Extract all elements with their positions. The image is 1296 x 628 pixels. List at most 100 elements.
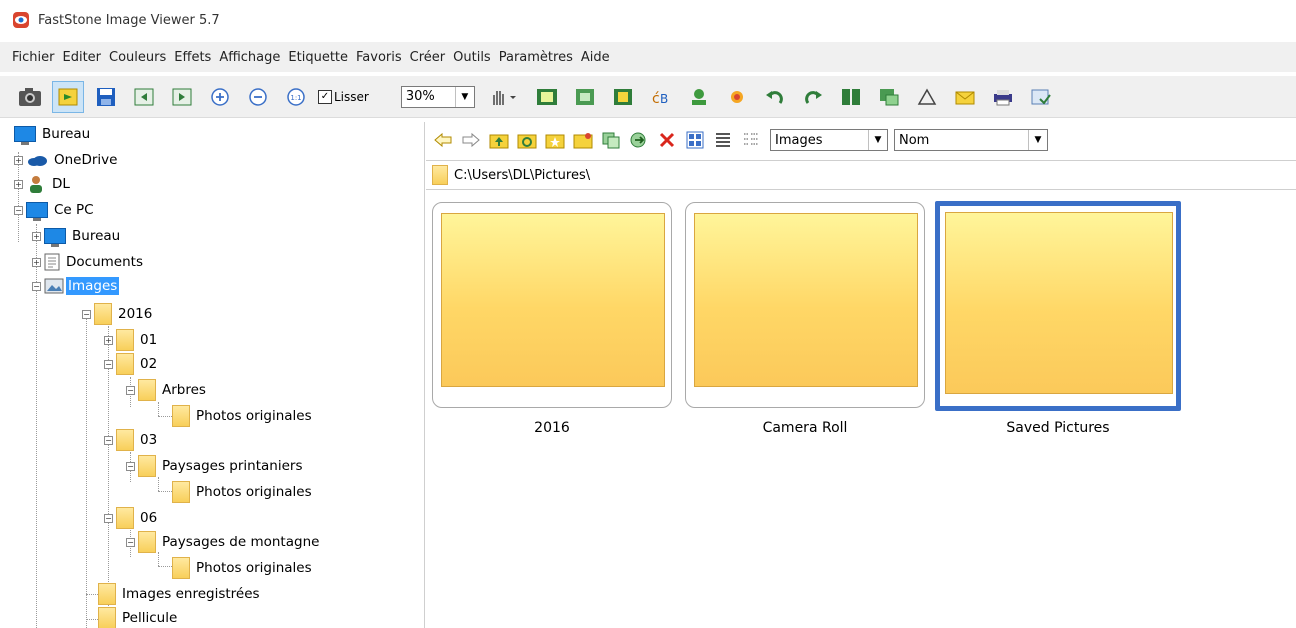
- tree-item-paysages-de-montagne[interactable]: − Paysages de montagne: [126, 530, 319, 554]
- menu-affichage[interactable]: Affichage: [215, 50, 284, 65]
- folder-icon: [441, 213, 665, 387]
- sort-value: Nom: [899, 132, 930, 148]
- email-icon[interactable]: [949, 81, 981, 113]
- menu-editer[interactable]: Editer: [59, 50, 106, 65]
- tree-item-ce-pc[interactable]: − Ce PC: [14, 198, 94, 222]
- tree-item-photos-originales[interactable]: Photos originales: [172, 480, 312, 504]
- color-balance-icon[interactable]: ćB: [645, 81, 677, 113]
- compare-icon[interactable]: [569, 81, 601, 113]
- thumbnail-folder-saved-pictures[interactable]: [935, 201, 1181, 411]
- tree-item-images-enregistrees[interactable]: Images enregistrées: [98, 582, 260, 606]
- move-to-icon[interactable]: [628, 129, 650, 151]
- collapse-minus-icon[interactable]: −: [82, 309, 91, 319]
- expand-plus-icon[interactable]: +: [32, 231, 41, 241]
- expand-plus-icon[interactable]: +: [32, 257, 41, 267]
- expand-plus-icon[interactable]: +: [104, 335, 113, 345]
- tree-item-label: Bureau: [42, 126, 91, 142]
- tree-item-arbres[interactable]: − Arbres: [126, 378, 206, 402]
- path-bar[interactable]: C:\Users\DL\Pictures\: [426, 160, 1296, 190]
- tree-item-paysages-printaniers[interactable]: − Paysages printaniers: [126, 454, 303, 478]
- collapse-minus-icon[interactable]: −: [104, 435, 113, 445]
- print-icon[interactable]: [987, 81, 1019, 113]
- refresh-folder-icon[interactable]: [516, 129, 538, 151]
- menu-aide[interactable]: Aide: [577, 50, 614, 65]
- browse-folder-icon[interactable]: [52, 80, 84, 113]
- save-icon[interactable]: [90, 81, 122, 113]
- tree-item-images[interactable]: − Images: [32, 274, 120, 298]
- tree-item-documents[interactable]: + Documents: [32, 250, 143, 274]
- tree-item-photos-originales[interactable]: Photos originales: [172, 556, 312, 580]
- camera-icon[interactable]: [14, 81, 46, 113]
- filter-select[interactable]: Images ▼: [770, 129, 888, 151]
- tree-item-label: 02: [140, 356, 158, 372]
- zoom-out-icon[interactable]: [242, 81, 274, 113]
- tree-item-photos-originales[interactable]: Photos originales: [172, 404, 312, 428]
- expand-plus-icon[interactable]: +: [14, 155, 23, 165]
- next-image-icon[interactable]: [166, 81, 198, 113]
- view-thumbnails-icon[interactable]: [684, 129, 706, 151]
- collapse-minus-icon[interactable]: −: [32, 281, 41, 291]
- collapse-minus-icon[interactable]: −: [104, 513, 113, 523]
- menu-effets[interactable]: Effets: [170, 50, 215, 65]
- checkbox-tick-icon[interactable]: ✓: [318, 89, 332, 104]
- tree-item-label: 03: [140, 432, 158, 448]
- draw-icon[interactable]: [911, 81, 943, 113]
- expand-plus-icon[interactable]: +: [14, 179, 23, 189]
- view-list-icon[interactable]: [712, 129, 734, 151]
- view-details-icon[interactable]: [740, 129, 762, 151]
- collapse-minus-icon[interactable]: −: [126, 461, 135, 471]
- previous-image-icon[interactable]: [128, 81, 160, 113]
- tree-item-onedrive[interactable]: + OneDrive: [14, 148, 117, 172]
- crop-icon[interactable]: [607, 81, 639, 113]
- collapse-minus-icon[interactable]: −: [126, 537, 135, 547]
- delete-icon[interactable]: [656, 129, 678, 151]
- collapse-minus-icon[interactable]: −: [126, 385, 135, 395]
- thumbnail-folder-camera-roll[interactable]: [685, 202, 925, 408]
- folder-icon: [138, 379, 156, 401]
- smooth-checkbox[interactable]: ✓ Lisser: [318, 89, 369, 104]
- chevron-down-icon[interactable]: ▼: [1028, 130, 1047, 150]
- hand-tool-icon[interactable]: [485, 81, 525, 113]
- tree-item-label: Photos originales: [196, 408, 312, 424]
- chevron-down-icon[interactable]: ▼: [868, 130, 887, 150]
- collapse-minus-icon[interactable]: −: [14, 205, 23, 215]
- tree-item-label: Photos originales: [196, 484, 312, 500]
- stamp-icon[interactable]: [683, 81, 715, 113]
- menu-etiquette[interactable]: Etiquette: [284, 50, 352, 65]
- sort-select[interactable]: Nom ▼: [894, 129, 1048, 151]
- parent-folder-icon[interactable]: [488, 129, 510, 151]
- collapse-minus-icon[interactable]: −: [104, 359, 113, 369]
- menu-parametres[interactable]: Paramètres: [495, 50, 577, 65]
- back-arrow-icon[interactable]: [432, 129, 454, 151]
- sun-effects-icon[interactable]: [721, 81, 753, 113]
- zoom-select[interactable]: 30% ▼: [400, 85, 475, 108]
- tree-item-bureau[interactable]: + Bureau: [32, 224, 120, 248]
- menu-outils[interactable]: Outils: [449, 50, 495, 65]
- settings-icon[interactable]: [1025, 81, 1057, 113]
- tree-item-dl[interactable]: + DL: [14, 172, 70, 196]
- new-folder-icon[interactable]: [572, 129, 594, 151]
- rotate-right-icon[interactable]: [797, 81, 829, 113]
- tree-item-06[interactable]: − 06: [104, 506, 157, 530]
- actual-size-icon[interactable]: 1:1: [280, 81, 312, 113]
- split-view-icon[interactable]: [835, 81, 867, 113]
- tree-item-01[interactable]: + 01: [104, 328, 157, 352]
- tree-item-bureau-root[interactable]: Bureau: [14, 122, 90, 146]
- resize-icon[interactable]: [873, 81, 905, 113]
- chevron-down-icon[interactable]: ▼: [454, 86, 474, 107]
- tree-item-03[interactable]: − 03: [104, 428, 157, 452]
- tree-item-pellicule[interactable]: Pellicule: [98, 606, 177, 628]
- forward-arrow-icon[interactable]: [460, 129, 482, 151]
- copy-to-icon[interactable]: [600, 129, 622, 151]
- menu-fichier[interactable]: Fichier: [8, 50, 59, 65]
- rotate-left-icon[interactable]: [759, 81, 791, 113]
- favorites-folder-icon[interactable]: [544, 129, 566, 151]
- menu-couleurs[interactable]: Couleurs: [105, 50, 170, 65]
- slideshow-icon[interactable]: [531, 81, 563, 113]
- zoom-in-icon[interactable]: [204, 81, 236, 113]
- tree-item-2016[interactable]: − 2016: [82, 302, 152, 326]
- thumbnail-folder-2016[interactable]: [432, 202, 672, 408]
- tree-item-02[interactable]: − 02: [104, 352, 157, 376]
- menu-creer[interactable]: Créer: [406, 50, 449, 65]
- menu-favoris[interactable]: Favoris: [352, 50, 406, 65]
